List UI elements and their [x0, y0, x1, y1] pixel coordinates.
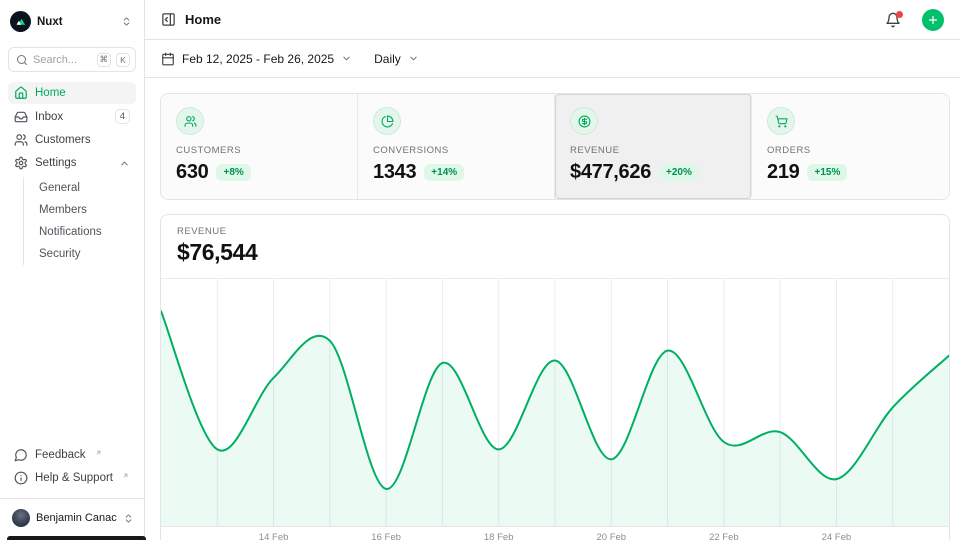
help-support-link[interactable]: Help & Support	[8, 467, 136, 489]
stat-card[interactable]: ORDERS 219 +15%	[752, 94, 949, 199]
main-area: Home Feb 12, 2025 - Feb 26, 2025 Daily	[145, 0, 960, 540]
stat-label: ORDERS	[767, 145, 934, 156]
collapse-sidebar-icon[interactable]	[161, 12, 176, 27]
sidebar-item-label: Home	[35, 87, 130, 99]
period-select[interactable]: Daily	[374, 52, 419, 66]
stat-value: $477,626	[570, 161, 651, 184]
filters-toolbar: Feb 12, 2025 - Feb 26, 2025 Daily	[145, 40, 960, 78]
sidebar-item-inbox[interactable]: Inbox 4	[8, 105, 136, 128]
avatar	[12, 509, 30, 527]
sidebar-item-label: Settings	[35, 157, 112, 169]
chart-metric-label: REVENUE	[177, 226, 933, 237]
sidebar-item-notifications[interactable]: Notifications	[35, 221, 136, 243]
stat-label: CONVERSIONS	[373, 145, 539, 156]
search-input[interactable]: Search... ⌘ K	[8, 47, 136, 72]
notifications-button[interactable]	[885, 12, 901, 28]
dashboard-app: Nuxt Search... ⌘ K Home	[0, 0, 960, 540]
sidebar-footer: Feedback Help & Support Benjamin Canac	[8, 444, 136, 530]
chevrons-up-down-icon	[123, 513, 134, 524]
sidebar-nav: Home Inbox 4 Customers Settings	[8, 82, 136, 265]
stat-card[interactable]: CONVERSIONS 1343 +14%	[358, 94, 555, 199]
stats-row: CUSTOMERS 630 +8% CONVERSIONS 1343 +14%	[160, 93, 950, 200]
dollar-circle-icon	[570, 107, 598, 135]
user-name: Benjamin Canac	[36, 512, 117, 524]
x-tick-label: 24 Feb	[822, 532, 852, 540]
stat-value: 630	[176, 161, 208, 184]
info-icon	[14, 471, 28, 485]
sidebar-item-home[interactable]: Home	[8, 82, 136, 104]
stat-delta-badge: +15%	[807, 164, 847, 181]
nuxt-logo-icon	[10, 11, 31, 32]
pie-chart-icon	[373, 107, 401, 135]
revenue-chart-svg	[161, 279, 949, 526]
dashboard-content: CUSTOMERS 630 +8% CONVERSIONS 1343 +14%	[145, 78, 960, 540]
add-button[interactable]	[922, 9, 944, 31]
gear-icon	[14, 156, 28, 170]
calendar-icon	[161, 52, 175, 66]
home-icon	[14, 86, 28, 100]
stat-label: REVENUE	[570, 145, 736, 156]
search-placeholder: Search...	[33, 54, 92, 66]
kbd-cmd: ⌘	[97, 53, 112, 67]
sidebar-item-label: Customers	[35, 134, 130, 146]
chart-x-axis: 14 Feb 16 Feb 18 Feb 20 Feb 22 Feb 24 Feb	[161, 526, 949, 540]
revenue-chart-card: REVENUE $76,544 14 Feb 16 Feb 18 Feb 20 Feb…	[160, 214, 950, 540]
sidebar-item-customers[interactable]: Customers	[8, 129, 136, 151]
settings-subnav: General Members Notifications Security	[23, 177, 136, 265]
x-tick-label: 16 Feb	[371, 532, 401, 540]
page-title: Home	[185, 12, 876, 27]
stat-delta-badge: +20%	[659, 164, 699, 181]
chat-bubble-icon	[14, 448, 28, 462]
revenue-chart-plot[interactable]	[161, 279, 949, 526]
users-icon	[176, 107, 204, 135]
chevron-up-icon	[119, 158, 130, 169]
cart-icon	[767, 107, 795, 135]
user-menu[interactable]: Benjamin Canac	[8, 506, 136, 530]
search-icon	[16, 54, 28, 66]
page-header: Home	[145, 0, 960, 40]
x-tick-label: 22 Feb	[709, 532, 739, 540]
date-range-picker[interactable]: Feb 12, 2025 - Feb 26, 2025	[161, 52, 352, 66]
plus-icon	[927, 14, 939, 26]
notification-dot	[896, 11, 903, 18]
chevron-down-icon	[341, 53, 352, 64]
feedback-link[interactable]: Feedback	[8, 444, 136, 466]
inbox-icon	[14, 110, 28, 124]
stat-value: 1343	[373, 161, 416, 184]
kbd-k: K	[116, 53, 130, 67]
external-link-icon	[95, 449, 102, 456]
stat-label: CUSTOMERS	[176, 145, 342, 156]
sidebar: Nuxt Search... ⌘ K Home	[0, 0, 145, 540]
x-tick-label: 18 Feb	[484, 532, 514, 540]
divider	[0, 498, 144, 499]
users-icon	[14, 133, 28, 147]
feedback-label: Feedback	[35, 449, 86, 461]
inbox-count-badge: 4	[115, 109, 130, 124]
sidebar-item-settings[interactable]: Settings	[8, 152, 136, 174]
sidebar-item-members[interactable]: Members	[35, 199, 136, 221]
x-tick-label: 20 Feb	[597, 532, 627, 540]
workspace-name: Nuxt	[37, 16, 115, 28]
sidebar-item-security[interactable]: Security	[35, 243, 136, 265]
date-range-value: Feb 12, 2025 - Feb 26, 2025	[182, 52, 334, 66]
chevron-down-icon	[408, 53, 419, 64]
chart-metric-value: $76,544	[177, 239, 933, 266]
horizontal-scrollbar[interactable]	[7, 536, 146, 540]
chevrons-up-down-icon	[121, 16, 132, 27]
stat-delta-badge: +8%	[216, 164, 250, 181]
x-tick-label: 14 Feb	[259, 532, 289, 540]
stat-card[interactable]: CUSTOMERS 630 +8%	[161, 94, 358, 199]
sidebar-item-label: Inbox	[35, 111, 108, 123]
chart-header: REVENUE $76,544	[161, 215, 949, 279]
workspace-switcher[interactable]: Nuxt	[8, 8, 136, 35]
help-support-label: Help & Support	[35, 472, 113, 484]
external-link-icon	[122, 472, 129, 479]
stat-value: 219	[767, 161, 799, 184]
sidebar-item-general[interactable]: General	[35, 177, 136, 199]
stat-card[interactable]: REVENUE $477,626 +20%	[555, 94, 752, 199]
period-value: Daily	[374, 52, 401, 66]
stat-delta-badge: +14%	[424, 164, 464, 181]
